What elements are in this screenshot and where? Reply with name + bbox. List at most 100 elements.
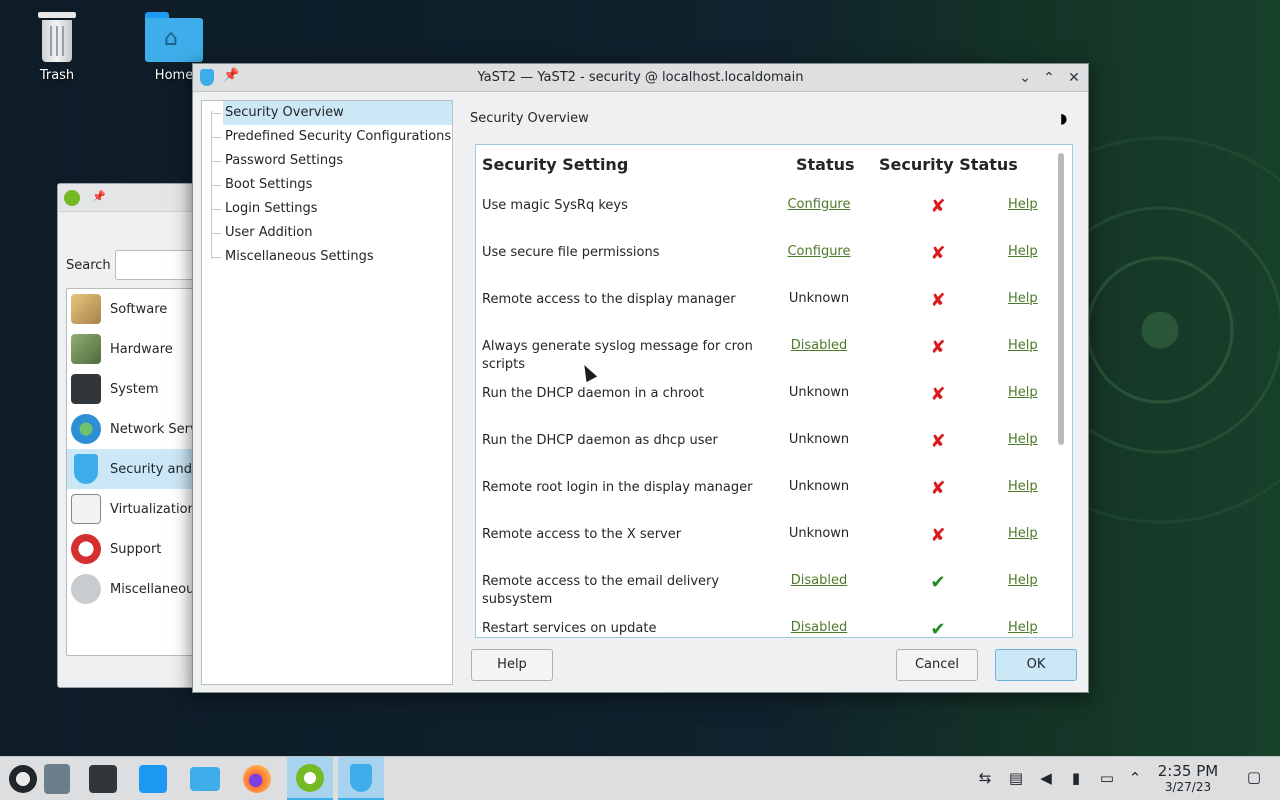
status-link[interactable]: Disabled bbox=[766, 573, 872, 588]
task-discover[interactable] bbox=[130, 757, 176, 800]
software-icon bbox=[71, 294, 101, 324]
help-link[interactable]: Help bbox=[1008, 526, 1038, 541]
category-label: Virtualization bbox=[110, 501, 196, 517]
help-link[interactable]: Help bbox=[1008, 620, 1038, 635]
task-yast-security[interactable] bbox=[338, 757, 384, 800]
shopping-bag-icon bbox=[139, 765, 167, 793]
help-link[interactable]: Help bbox=[1008, 479, 1038, 494]
help-link[interactable]: Help bbox=[1008, 244, 1038, 259]
table-row[interactable]: Always generate syslog message for cron … bbox=[476, 338, 1056, 385]
removable-device-icon[interactable]: ▮ bbox=[1066, 769, 1086, 787]
column-header-setting: Security Setting bbox=[482, 155, 629, 174]
clock-date: 3/27/23 bbox=[1164, 780, 1212, 794]
tree-item-login-settings[interactable]: Login Settings bbox=[223, 197, 320, 221]
tree-item-password-settings[interactable]: Password Settings bbox=[223, 149, 345, 173]
digital-clock[interactable]: 2:35 PM 3/27/23 bbox=[1156, 762, 1220, 795]
setting-name: Restart services on update bbox=[482, 621, 657, 636]
setting-name: Remote access to the display manager bbox=[482, 292, 736, 307]
home-folder-icon bbox=[145, 12, 203, 62]
desktop-icon-label: Trash bbox=[39, 68, 75, 83]
setting-name: Run the DHCP daemon in a chroot bbox=[482, 386, 705, 401]
setting-name: Always generate syslog message for cron … bbox=[482, 339, 753, 372]
status-link[interactable]: Configure bbox=[766, 244, 872, 259]
category-label: Miscellaneous bbox=[110, 581, 202, 597]
security-overview-table: Security Setting Status Security Status … bbox=[475, 144, 1073, 638]
status-text: Unknown bbox=[788, 432, 850, 447]
desktop-icon-trash[interactable]: Trash bbox=[17, 12, 97, 83]
folder-icon bbox=[190, 767, 220, 791]
checkmark-icon: ✔ bbox=[930, 619, 946, 638]
yast-gecko-icon bbox=[296, 763, 324, 792]
show-desktop-icon[interactable]: ▢ bbox=[1244, 768, 1264, 786]
status-text: Unknown bbox=[788, 479, 850, 494]
tree-item-predefined-configs[interactable]: Predefined Security Configurations bbox=[223, 125, 453, 149]
table-row[interactable]: Remote access to the email delivery subs… bbox=[476, 573, 1056, 620]
task-yast-control-center[interactable] bbox=[287, 757, 333, 800]
setting-name: Remote root login in the display manager bbox=[482, 480, 753, 495]
expand-tray-icon[interactable]: ⌃ bbox=[1125, 769, 1145, 787]
tree-item-boot-settings[interactable]: Boot Settings bbox=[223, 173, 314, 197]
table-row[interactable]: Remote access to the display manager Unkn… bbox=[476, 291, 1056, 338]
cross-icon: ✘ bbox=[930, 290, 946, 311]
status-link[interactable]: Configure bbox=[766, 197, 872, 212]
setting-name: Use secure file permissions bbox=[482, 245, 660, 260]
window-titlebar[interactable]: 📌 YaST2 — YaST2 - security @ localhost.l… bbox=[193, 64, 1088, 92]
maximize-button[interactable]: ⌃ bbox=[1039, 68, 1059, 88]
opensuse-logo-icon bbox=[9, 765, 37, 793]
table-row[interactable]: Use magic SysRq keys Configure ✘ Help bbox=[476, 197, 1056, 244]
scrollbar-thumb[interactable] bbox=[1058, 153, 1064, 445]
table-row[interactable]: Restart services on update Disabled ✔ Help bbox=[476, 620, 1056, 638]
virtualization-icon bbox=[71, 494, 101, 524]
task-firefox[interactable] bbox=[234, 757, 280, 800]
help-link[interactable]: Help bbox=[1008, 432, 1038, 447]
desktop-pager-icon bbox=[44, 764, 70, 794]
category-label: Support bbox=[110, 541, 162, 557]
cross-icon: ✘ bbox=[930, 243, 946, 264]
cross-icon: ✘ bbox=[930, 431, 946, 452]
category-label: Network Serv bbox=[110, 421, 198, 437]
clock-time: 2:35 PM bbox=[1157, 762, 1219, 780]
status-link[interactable]: Disabled bbox=[766, 338, 872, 353]
help-link[interactable]: Help bbox=[1008, 573, 1038, 588]
status-link[interactable]: Disabled bbox=[766, 620, 872, 635]
cross-icon: ✘ bbox=[930, 337, 946, 358]
tree-item-security-overview[interactable]: Security Overview bbox=[223, 101, 452, 125]
network-share-icon[interactable]: ⇆ bbox=[975, 769, 995, 787]
clipboard-icon[interactable]: ▤ bbox=[1006, 769, 1026, 787]
table-row[interactable]: Remote access to the X server Unknown ✘ Hel… bbox=[476, 526, 1056, 573]
more-icon bbox=[71, 574, 101, 604]
network-icon[interactable]: ▭ bbox=[1097, 769, 1117, 787]
help-link[interactable]: Help bbox=[1008, 338, 1038, 353]
yast-app-icon bbox=[64, 190, 80, 206]
cancel-button[interactable]: Cancel bbox=[896, 649, 978, 681]
table-row[interactable]: Run the DHCP daemon as dhcp user Unknown ✘… bbox=[476, 432, 1056, 479]
tree-item-misc-settings[interactable]: Miscellaneous Settings bbox=[223, 245, 376, 269]
setting-name: Run the DHCP daemon as dhcp user bbox=[482, 433, 718, 448]
help-link[interactable]: Help bbox=[1008, 197, 1038, 212]
ok-button[interactable]: OK bbox=[995, 649, 1077, 681]
lifebuoy-icon bbox=[71, 534, 101, 564]
show-desktop-button[interactable] bbox=[34, 757, 80, 800]
table-row[interactable]: Use secure file permissions Configure ✘ Hel… bbox=[476, 244, 1056, 291]
category-label: System bbox=[110, 381, 159, 397]
help-link[interactable]: Help bbox=[1008, 385, 1038, 400]
tree-item-user-addition[interactable]: User Addition bbox=[223, 221, 314, 245]
task-system-settings[interactable] bbox=[80, 757, 126, 800]
cross-icon: ✘ bbox=[930, 196, 946, 217]
minimize-button[interactable]: ⌄ bbox=[1015, 68, 1035, 88]
globe-icon bbox=[71, 414, 101, 444]
firefox-icon bbox=[243, 765, 271, 793]
volume-icon[interactable]: ◀ bbox=[1036, 769, 1056, 787]
task-file-manager[interactable] bbox=[182, 757, 228, 800]
table-row[interactable]: Remote root login in the display manager… bbox=[476, 479, 1056, 526]
table-row[interactable]: Run the DHCP daemon in a chroot Unknown ✘ H… bbox=[476, 385, 1056, 432]
taskbar: ⇆ ▤ ◀ ▮ ▭ ⌃ 2:35 PM 3/27/23 ▢ bbox=[0, 756, 1280, 800]
scrollbar[interactable] bbox=[1056, 151, 1066, 635]
help-link[interactable]: Help bbox=[1008, 291, 1038, 306]
cross-icon: ✘ bbox=[930, 384, 946, 405]
close-button[interactable]: ✕ bbox=[1064, 68, 1084, 88]
help-button[interactable]: Help bbox=[471, 649, 553, 681]
pin-icon[interactable]: 📌 bbox=[92, 190, 106, 203]
yast-security-window[interactable]: 📌 YaST2 — YaST2 - security @ localhost.l… bbox=[192, 63, 1089, 693]
setting-name: Use magic SysRq keys bbox=[482, 198, 628, 213]
